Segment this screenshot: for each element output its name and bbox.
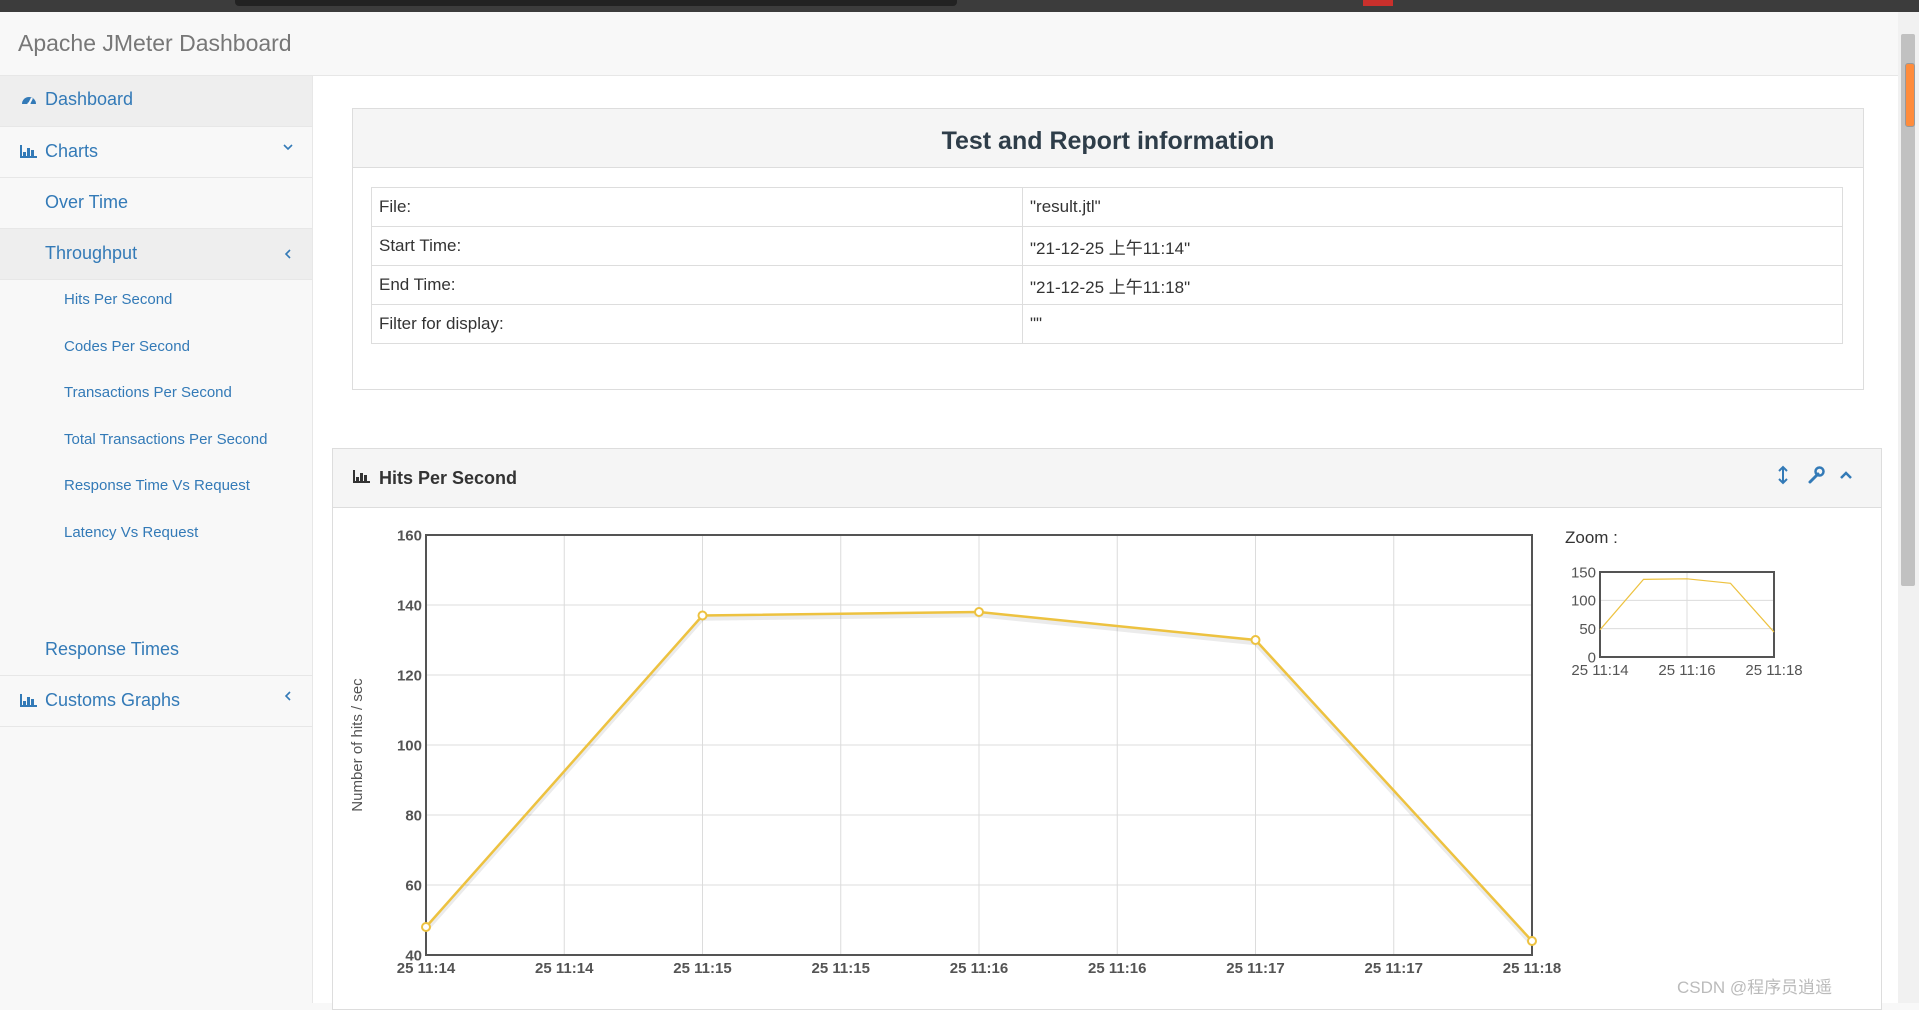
sidebar-item-label: Charts xyxy=(45,141,99,161)
x-tick-label: 25 11:15 xyxy=(673,960,731,977)
table-cell-key: File: xyxy=(371,187,1023,227)
table-row: Filter for display: "" xyxy=(371,304,1843,344)
watermark: CSDN @程序员逍遥 xyxy=(1677,978,1833,997)
x-tick-label: 25 11:16 xyxy=(1658,662,1715,679)
sidebar-subitem-response-time-vs-request[interactable]: Response Time Vs Request xyxy=(64,477,250,494)
sidebar-item-charts[interactable]: Charts xyxy=(0,127,312,178)
zoom-title: Zoom : xyxy=(1565,528,1618,547)
x-tick-label: 25 11:17 xyxy=(1365,960,1423,977)
panel-title: Test and Report information xyxy=(941,127,1275,155)
bar-chart-icon xyxy=(20,694,37,712)
scroll-marker xyxy=(1905,63,1915,127)
info-table: File: "result.jtl" Start Time: "21-12-25… xyxy=(371,187,1843,344)
y-tick-label: 100 xyxy=(1571,593,1596,610)
y-tick-label: 120 xyxy=(397,667,422,684)
sidebar: Dashboard Charts Over Time Throughput Hi… xyxy=(0,76,313,1003)
y-tick-label: 160 xyxy=(397,527,422,544)
table-cell-key: End Time: xyxy=(371,265,1023,305)
y-axis-label: Number of hits / sec xyxy=(349,678,366,812)
x-tick-label: 25 11:18 xyxy=(1745,662,1802,679)
panel-title: Hits Per Second xyxy=(379,468,518,488)
sidebar-subitem-total-transactions-per-second[interactable]: Total Transactions Per Second xyxy=(64,431,267,448)
table-cell-value: "" xyxy=(1022,304,1843,344)
panel-header: Hits Per Second xyxy=(333,449,1881,508)
table-row: End Time: "21-12-25 上午11:18" xyxy=(371,265,1843,305)
sidebar-item-dashboard[interactable]: Dashboard xyxy=(0,76,312,127)
data-point xyxy=(974,607,984,617)
y-tick-label: 100 xyxy=(397,737,422,754)
x-tick-label: 25 11:16 xyxy=(950,960,1008,977)
table-cell-key: Start Time: xyxy=(371,226,1023,266)
wrench-icon[interactable] xyxy=(1807,465,1825,490)
x-tick-label: 25 11:16 xyxy=(1088,960,1146,977)
chevron-up-icon[interactable] xyxy=(1839,465,1853,490)
sidebar-item-throughput[interactable]: Throughput xyxy=(0,229,312,280)
y-tick-label: 60 xyxy=(405,877,422,894)
x-tick-label: 25 11:14 xyxy=(1571,662,1628,679)
brand-title[interactable]: Apache JMeter Dashboard xyxy=(18,30,292,57)
panel-header: Test and Report information xyxy=(353,109,1863,168)
sidebar-subitem-transactions-per-second[interactable]: Transactions Per Second xyxy=(64,384,232,401)
bar-chart-icon xyxy=(353,470,370,488)
table-row: Start Time: "21-12-25 上午11:14" xyxy=(371,226,1843,266)
hits-per-second-chart: 40608010012014016025 11:14 25 11:14 25 11:… xyxy=(349,527,1561,977)
sidebar-item-response-times[interactable]: Response Times xyxy=(0,625,312,676)
data-point xyxy=(421,922,431,932)
x-tick-label: 25 11:17 xyxy=(1226,960,1284,977)
sidebar-item-label: Customs Graphs xyxy=(45,690,181,710)
y-tick-label: 140 xyxy=(397,597,422,614)
sidebar-item-over-time[interactable]: Over Time xyxy=(0,178,312,229)
table-cell-value: "result.jtl" xyxy=(1022,187,1843,227)
resize-vertical-icon[interactable] xyxy=(1776,465,1790,490)
y-tick-label: 150 xyxy=(1571,564,1596,581)
table-cell-value: "21-12-25 上午11:14" xyxy=(1022,226,1843,266)
x-tick-label: 25 11:14 xyxy=(535,960,594,977)
sidebar-item-label: Response Times xyxy=(45,639,180,659)
data-point xyxy=(1527,936,1537,946)
zoom-chart: 05010015025 11:14 25 11:16 25 11:18Zoom : xyxy=(1565,528,1803,679)
chart-plot: 40608010012014016025 11:14 25 11:14 25 11:… xyxy=(349,527,1561,977)
x-tick-label: 25 11:18 xyxy=(1503,960,1561,977)
scrollbar[interactable] xyxy=(1898,12,1919,1003)
data-point xyxy=(697,610,708,621)
chevron-down-icon xyxy=(282,140,294,158)
bar-chart-icon xyxy=(20,145,37,163)
sidebar-subitem-latency-vs-request[interactable]: Latency Vs Request xyxy=(64,524,198,541)
dashboard-icon xyxy=(20,91,38,114)
data-point xyxy=(1250,635,1261,645)
test-report-info-panel: Test and Report information File: "resul… xyxy=(352,108,1864,390)
chart-plot: 05010015025 11:14 25 11:16 25 11:18Zoom : xyxy=(1565,528,1803,679)
top-navbar: Apache JMeter Dashboard xyxy=(0,12,1898,76)
sidebar-item-label: Throughput xyxy=(45,243,138,263)
table-cell-value: "21-12-25 上午11:18" xyxy=(1022,265,1843,305)
chevron-left-icon xyxy=(282,247,294,265)
y-tick-label: 80 xyxy=(405,807,422,824)
x-tick-label: 25 11:14 xyxy=(397,960,456,977)
y-tick-label: 50 xyxy=(1579,621,1596,638)
sidebar-item-customs-graphs[interactable]: Customs Graphs xyxy=(0,676,312,727)
browser-tab[interactable] xyxy=(235,0,957,6)
sidebar-item-label: Dashboard xyxy=(45,89,134,109)
sidebar-item-label: Over Time xyxy=(45,192,129,212)
sidebar-subitem-codes-per-second[interactable]: Codes Per Second xyxy=(64,338,190,355)
browser-top-strip xyxy=(0,0,1919,12)
notification-badge xyxy=(1363,0,1393,6)
sidebar-subitem-hits-per-second[interactable]: Hits Per Second xyxy=(64,291,172,308)
x-tick-label: 25 11:15 xyxy=(812,960,870,977)
chevron-left-icon xyxy=(282,689,294,707)
table-row: File: "result.jtl" xyxy=(371,187,1843,227)
table-cell-key: Filter for display: xyxy=(371,304,1023,344)
